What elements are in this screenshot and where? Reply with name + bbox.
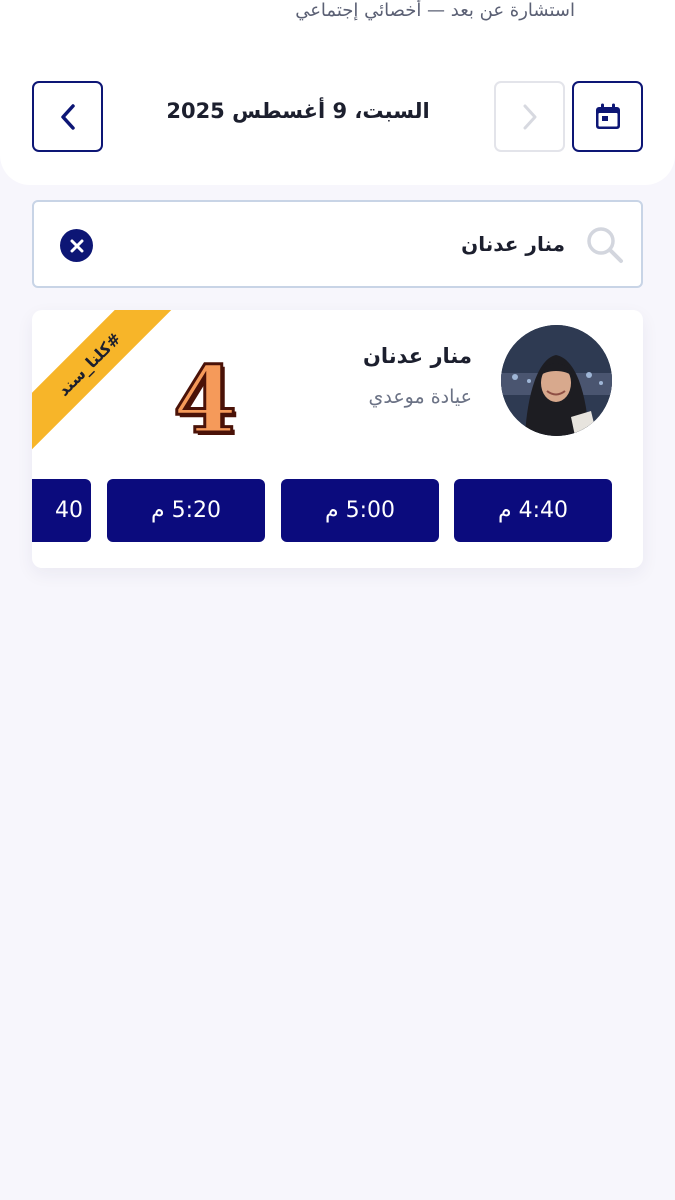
chevron-left-icon bbox=[60, 103, 75, 130]
time-slot[interactable]: 4:40 م bbox=[454, 479, 612, 542]
screen: استشارة عن بعد — أخصائي إجتماعي السبت، 9… bbox=[0, 0, 675, 1200]
page-subtitle: استشارة عن بعد — أخصائي إجتماعي bbox=[295, 0, 575, 21]
time-slots: 4:40 م 5:00 م 5:20 م 40 bbox=[32, 479, 643, 543]
calendar-button[interactable] bbox=[572, 81, 643, 152]
time-slot[interactable]: 40 bbox=[32, 479, 91, 542]
doctor-name: منار عدنان bbox=[362, 344, 472, 368]
header-card: استشارة عن بعد — أخصائي إجتماعي السبت، 9… bbox=[0, 0, 675, 185]
doctor-card[interactable]: #كلنا_سند 4 منار عدنان عيادة موعدي 4:40 … bbox=[32, 310, 643, 568]
search-box[interactable]: منار عدنان bbox=[32, 200, 643, 288]
clear-search-button[interactable] bbox=[60, 229, 93, 262]
selected-date: السبت، 9 أغسطس 2025 bbox=[166, 99, 430, 123]
count-number: 4 bbox=[171, 346, 238, 454]
search-input[interactable]: منار عدنان bbox=[461, 232, 565, 256]
back-arrow-icon[interactable] bbox=[611, 0, 631, 6]
doctor-avatar bbox=[501, 325, 612, 436]
chevron-right-icon bbox=[523, 104, 536, 129]
clinic-type: عيادة موعدي bbox=[368, 386, 473, 408]
previous-day-button[interactable] bbox=[32, 81, 103, 152]
next-day-button[interactable] bbox=[494, 81, 565, 152]
search-icon bbox=[587, 227, 623, 263]
calendar-icon bbox=[595, 103, 620, 129]
time-slot[interactable]: 5:00 م bbox=[281, 479, 439, 542]
date-navigator: السبت، 9 أغسطس 2025 bbox=[0, 81, 675, 153]
time-slot[interactable]: 5:20 م bbox=[107, 479, 265, 542]
clear-icon bbox=[70, 239, 83, 252]
ribbon-label: #كلنا_سند bbox=[53, 328, 125, 400]
